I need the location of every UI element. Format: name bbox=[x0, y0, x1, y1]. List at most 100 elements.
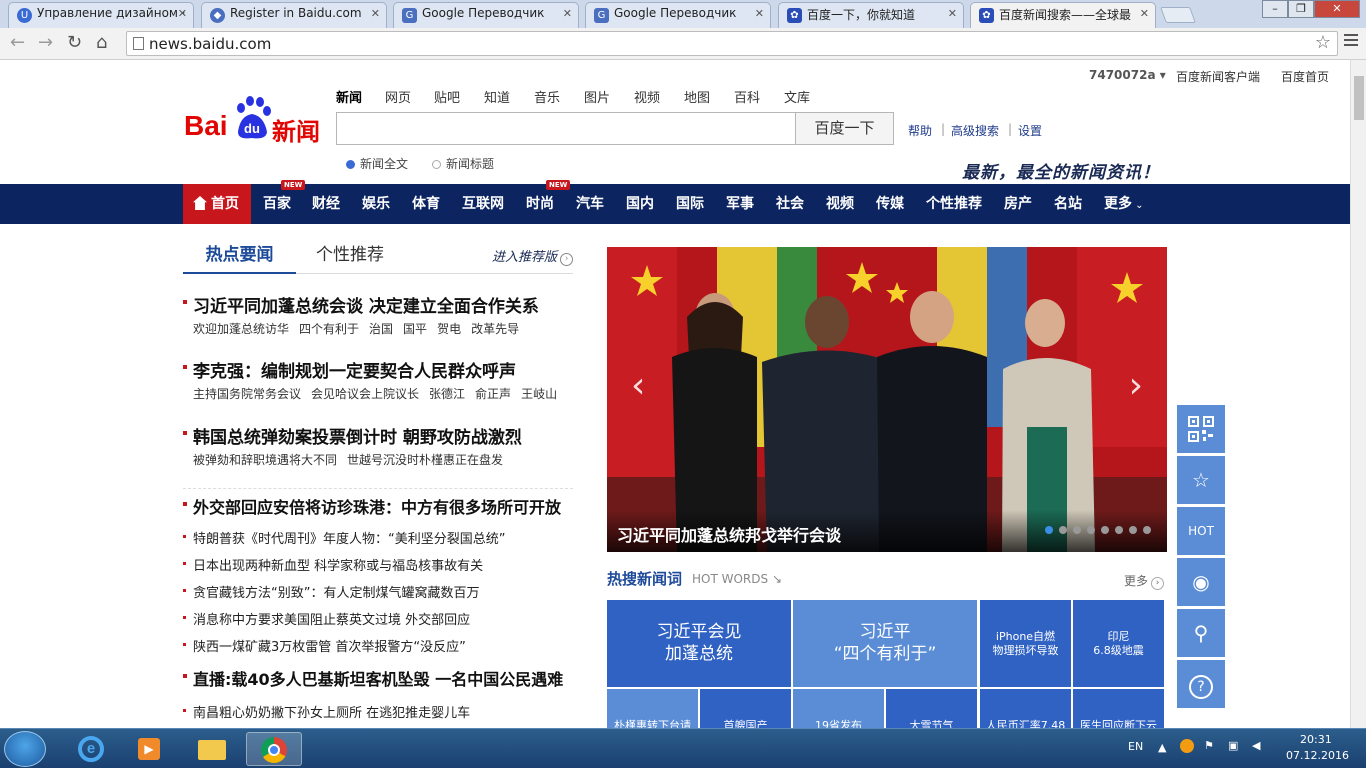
nav-item-entertainment[interactable]: 娱乐 bbox=[362, 184, 390, 224]
forward-icon[interactable]: → bbox=[38, 32, 53, 53]
browser-tab[interactable]: G Google Переводчик ✕ bbox=[393, 2, 579, 28]
sublink[interactable]: 世越号沉没时朴槿惠正在盘发 bbox=[347, 453, 503, 467]
help-link[interactable]: 帮助 bbox=[908, 122, 932, 139]
nav-item-international[interactable]: 国际 bbox=[676, 184, 704, 224]
nav-item-military[interactable]: 军事 bbox=[726, 184, 754, 224]
category-news[interactable]: 新闻 bbox=[336, 87, 362, 106]
media-player-taskbar-icon[interactable]: ▶ bbox=[122, 732, 178, 766]
slider-dot[interactable] bbox=[1101, 526, 1109, 534]
hot-word-tile[interactable]: iPhone自燃 物理损坏导致 bbox=[980, 600, 1071, 687]
browser-tab-active[interactable]: ✿ 百度新闻搜索——全球最 ✕ bbox=[970, 2, 1156, 28]
clock-time[interactable]: 20:31 bbox=[1300, 733, 1332, 746]
hot-word-tile[interactable]: 大雪节气 bbox=[886, 689, 977, 728]
tab-hot-news[interactable]: 热点要闻 bbox=[183, 240, 296, 274]
close-window-button[interactable]: ✕ bbox=[1314, 0, 1360, 18]
nav-item-finance[interactable]: 财经 bbox=[312, 184, 340, 224]
language-indicator[interactable]: EN bbox=[1128, 740, 1143, 753]
category-images[interactable]: 图片 bbox=[584, 87, 610, 106]
news-list-item[interactable]: 贪官藏钱方法“别致”：有人定制煤气罐窝藏数百万 bbox=[183, 582, 479, 601]
sublink[interactable]: 俞正声 bbox=[475, 387, 511, 401]
user-name[interactable]: 7470072a ▾ bbox=[1089, 68, 1166, 82]
nav-item-media[interactable]: 传媒 bbox=[876, 184, 904, 224]
back-icon[interactable]: ← bbox=[10, 32, 25, 53]
tray-app-icon[interactable] bbox=[1180, 739, 1194, 753]
hot-button[interactable]: HOT bbox=[1177, 507, 1225, 555]
category-wenku[interactable]: 文库 bbox=[784, 87, 810, 106]
menu-icon[interactable] bbox=[1344, 34, 1358, 49]
nav-item-sports[interactable]: 体育 bbox=[412, 184, 440, 224]
bookmark-star-icon[interactable]: ☆ bbox=[1315, 32, 1331, 53]
headline[interactable]: 习近平同加蓬总统会谈 决定建立全面合作关系 bbox=[183, 292, 539, 317]
address-bar[interactable]: news.baidu.com ☆ bbox=[126, 31, 1338, 56]
chevron-right-icon[interactable]: › bbox=[1129, 365, 1143, 406]
browser-tab[interactable]: ◆ Register in Baidu.com ✕ bbox=[201, 2, 387, 28]
baidu-home-link[interactable]: 百度首页 bbox=[1281, 68, 1329, 85]
settings-link[interactable]: 设置 bbox=[1018, 122, 1042, 139]
search-button[interactable]: 百度一下 bbox=[795, 112, 894, 145]
home-icon[interactable]: ⌂ bbox=[96, 32, 107, 53]
slider-dot[interactable] bbox=[1143, 526, 1151, 534]
nav-item-realestate[interactable]: 房产 bbox=[1004, 184, 1032, 224]
browser-tab[interactable]: ✿ 百度一下，你就知道 ✕ bbox=[778, 2, 964, 28]
new-tab-button[interactable] bbox=[1160, 7, 1196, 23]
search-input[interactable] bbox=[336, 112, 796, 145]
nav-home[interactable]: 首页 bbox=[183, 184, 251, 224]
photo-slider[interactable]: ‹ › 习近平同加蓬总统邦戈举行会谈 bbox=[607, 247, 1167, 552]
advanced-search-link[interactable]: 高级搜索 bbox=[951, 122, 999, 139]
qr-code-button[interactable] bbox=[1177, 405, 1225, 453]
sublink[interactable]: 张德江 bbox=[429, 387, 465, 401]
enter-recommend-link[interactable]: 进入推荐版 › bbox=[492, 246, 573, 266]
slider-dot[interactable] bbox=[1045, 526, 1053, 534]
explorer-taskbar-icon[interactable] bbox=[184, 732, 240, 766]
nav-item-internet[interactable]: 互联网 bbox=[462, 184, 504, 224]
news-list-item[interactable]: 特朗普获《时代周刊》年度人物：“美利坚分裂国总统” bbox=[183, 528, 505, 547]
hot-word-tile[interactable]: 人民币汇率7.48 bbox=[980, 689, 1071, 728]
tray-expand-icon[interactable]: ▲ bbox=[1158, 741, 1166, 754]
sublink[interactable]: 会见哈议会上院议长 bbox=[311, 387, 419, 401]
news-list-item[interactable]: 南昌粗心奶奶撇下孙女上厕所 在逃犯推走婴儿车 bbox=[183, 702, 470, 721]
category-music[interactable]: 音乐 bbox=[534, 87, 560, 106]
volume-icon[interactable]: ◀ bbox=[1252, 739, 1260, 752]
category-map[interactable]: 地图 bbox=[684, 87, 710, 106]
browser-tab[interactable]: U Управление дизайном · ✕ bbox=[8, 2, 194, 28]
baidu-news-logo[interactable]: Bai du 新闻 bbox=[184, 96, 326, 146]
start-button[interactable] bbox=[4, 731, 46, 767]
sublink[interactable]: 四个有利于 bbox=[299, 322, 359, 336]
more-link[interactable]: 更多 › bbox=[1124, 572, 1165, 590]
news-list-item[interactable]: 陕西一煤矿藏3万枚雷管 首次举报警方“没反应” bbox=[183, 636, 466, 655]
nav-item-more[interactable]: 更多 ⌄ bbox=[1104, 184, 1144, 224]
sublink[interactable]: 治国 bbox=[369, 322, 393, 336]
sublink[interactable]: 欢迎加蓬总统访华 bbox=[193, 322, 289, 336]
slider-dot[interactable] bbox=[1115, 526, 1123, 534]
scrollbar-thumb[interactable] bbox=[1354, 76, 1364, 120]
sublink[interactable]: 被弹劾和辞职境遇将大不同 bbox=[193, 453, 337, 467]
slider-dot[interactable] bbox=[1059, 526, 1067, 534]
headline[interactable]: 外交部回应安倍将访珍珠港：中方有很多场所可开放 bbox=[183, 494, 561, 518]
eye-button[interactable]: ◉ bbox=[1177, 558, 1225, 606]
hot-word-tile[interactable]: 首艘国产 bbox=[700, 689, 791, 728]
close-icon[interactable]: ✕ bbox=[948, 7, 957, 20]
category-tieba[interactable]: 贴吧 bbox=[434, 87, 460, 106]
nav-item-sites[interactable]: 名站 bbox=[1054, 184, 1082, 224]
news-client-link[interactable]: 百度新闻客户端 bbox=[1176, 68, 1260, 85]
minimize-button[interactable]: – bbox=[1262, 0, 1288, 18]
close-icon[interactable]: ✕ bbox=[563, 7, 572, 20]
favorite-button[interactable]: ☆ bbox=[1177, 456, 1225, 504]
close-icon[interactable]: ✕ bbox=[1140, 7, 1149, 20]
sublink[interactable]: 王岐山 bbox=[521, 387, 557, 401]
slider-dot[interactable] bbox=[1087, 526, 1095, 534]
page-scrollbar[interactable] bbox=[1350, 60, 1366, 728]
nav-item-society[interactable]: 社会 bbox=[776, 184, 804, 224]
hot-word-tile[interactable]: 朴槿惠转下台请 bbox=[607, 689, 698, 728]
sublink[interactable]: 国平 bbox=[403, 322, 427, 336]
radio-title[interactable]: 新闻标题 bbox=[432, 155, 494, 172]
sublink[interactable]: 主持国务院常务会议 bbox=[193, 387, 301, 401]
headline[interactable]: 李克强：编制规划一定要契合人民群众呼声 bbox=[183, 357, 516, 382]
news-list-item[interactable]: 消息称中方要求美国阻止蔡英文过境 外交部回应 bbox=[183, 609, 470, 628]
hot-word-tile[interactable]: 19省发布 bbox=[793, 689, 884, 728]
chrome-taskbar-icon[interactable] bbox=[246, 732, 302, 766]
tab-personal[interactable]: 个性推荐 bbox=[316, 240, 384, 270]
clock-date[interactable]: 07.12.2016 bbox=[1286, 749, 1349, 762]
hot-word-tile[interactable]: 习近平会见 加蓬总统 bbox=[607, 600, 791, 687]
close-icon[interactable]: ✕ bbox=[371, 7, 380, 20]
